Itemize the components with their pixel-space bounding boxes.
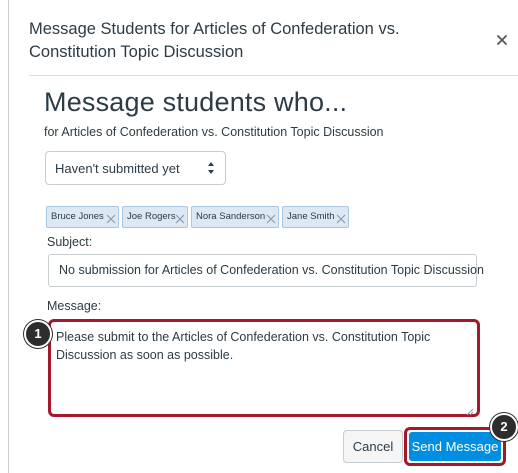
- subject-value: No submission for Articles of Confederat…: [59, 263, 484, 277]
- dialog-title: Message Students for Articles of Confede…: [29, 20, 400, 61]
- message-value: Please submit to the Articles of Confede…: [56, 330, 431, 362]
- recipient-filter-select[interactable]: Haven't submitted yet: [45, 151, 226, 185]
- subject-label: Subject:: [47, 235, 93, 249]
- subject-field[interactable]: No submission for Articles of Confederat…: [48, 254, 484, 287]
- remove-recipient-icon[interactable]: [266, 212, 276, 224]
- dialog-header: Message Students for Articles of Confede…: [29, 0, 518, 74]
- dialog-left-border: [8, 0, 9, 473]
- cancel-button[interactable]: Cancel: [343, 430, 403, 463]
- recipient-tag-name: Jane Smith: [287, 211, 335, 222]
- select-arrows-icon: [207, 160, 215, 176]
- callout-badge-2: 2: [490, 413, 518, 441]
- remove-recipient-icon[interactable]: [175, 212, 185, 224]
- message-label: Message:: [47, 299, 102, 313]
- send-message-button[interactable]: Send Message: [409, 432, 501, 461]
- recipient-tag: Joe Rogers: [122, 206, 188, 228]
- recipient-tag-name: Nora Sanderson: [196, 211, 266, 222]
- callout-badge-1: 1: [24, 320, 52, 348]
- remove-recipient-icon[interactable]: [336, 212, 346, 224]
- page-heading: Message students who...: [44, 87, 348, 117]
- recipient-tag-name: Joe Rogers: [127, 211, 176, 222]
- message-textarea[interactable]: Please submit to the Articles of Confede…: [48, 319, 480, 417]
- remove-recipient-icon[interactable]: [106, 212, 116, 224]
- recipient-tag: Bruce Jones: [46, 206, 119, 228]
- recipient-filter-value: Haven't submitted yet: [55, 161, 180, 176]
- close-icon[interactable]: [495, 33, 509, 47]
- page-subheading: for Articles of Confederation vs. Consti…: [44, 125, 384, 139]
- recipient-tag: Jane Smith: [282, 206, 349, 228]
- recipient-tag: Nora Sanderson: [191, 206, 279, 228]
- header-divider: [29, 75, 518, 76]
- recipient-tag-name: Bruce Jones: [51, 211, 104, 222]
- resize-handle-icon[interactable]: [466, 403, 474, 416]
